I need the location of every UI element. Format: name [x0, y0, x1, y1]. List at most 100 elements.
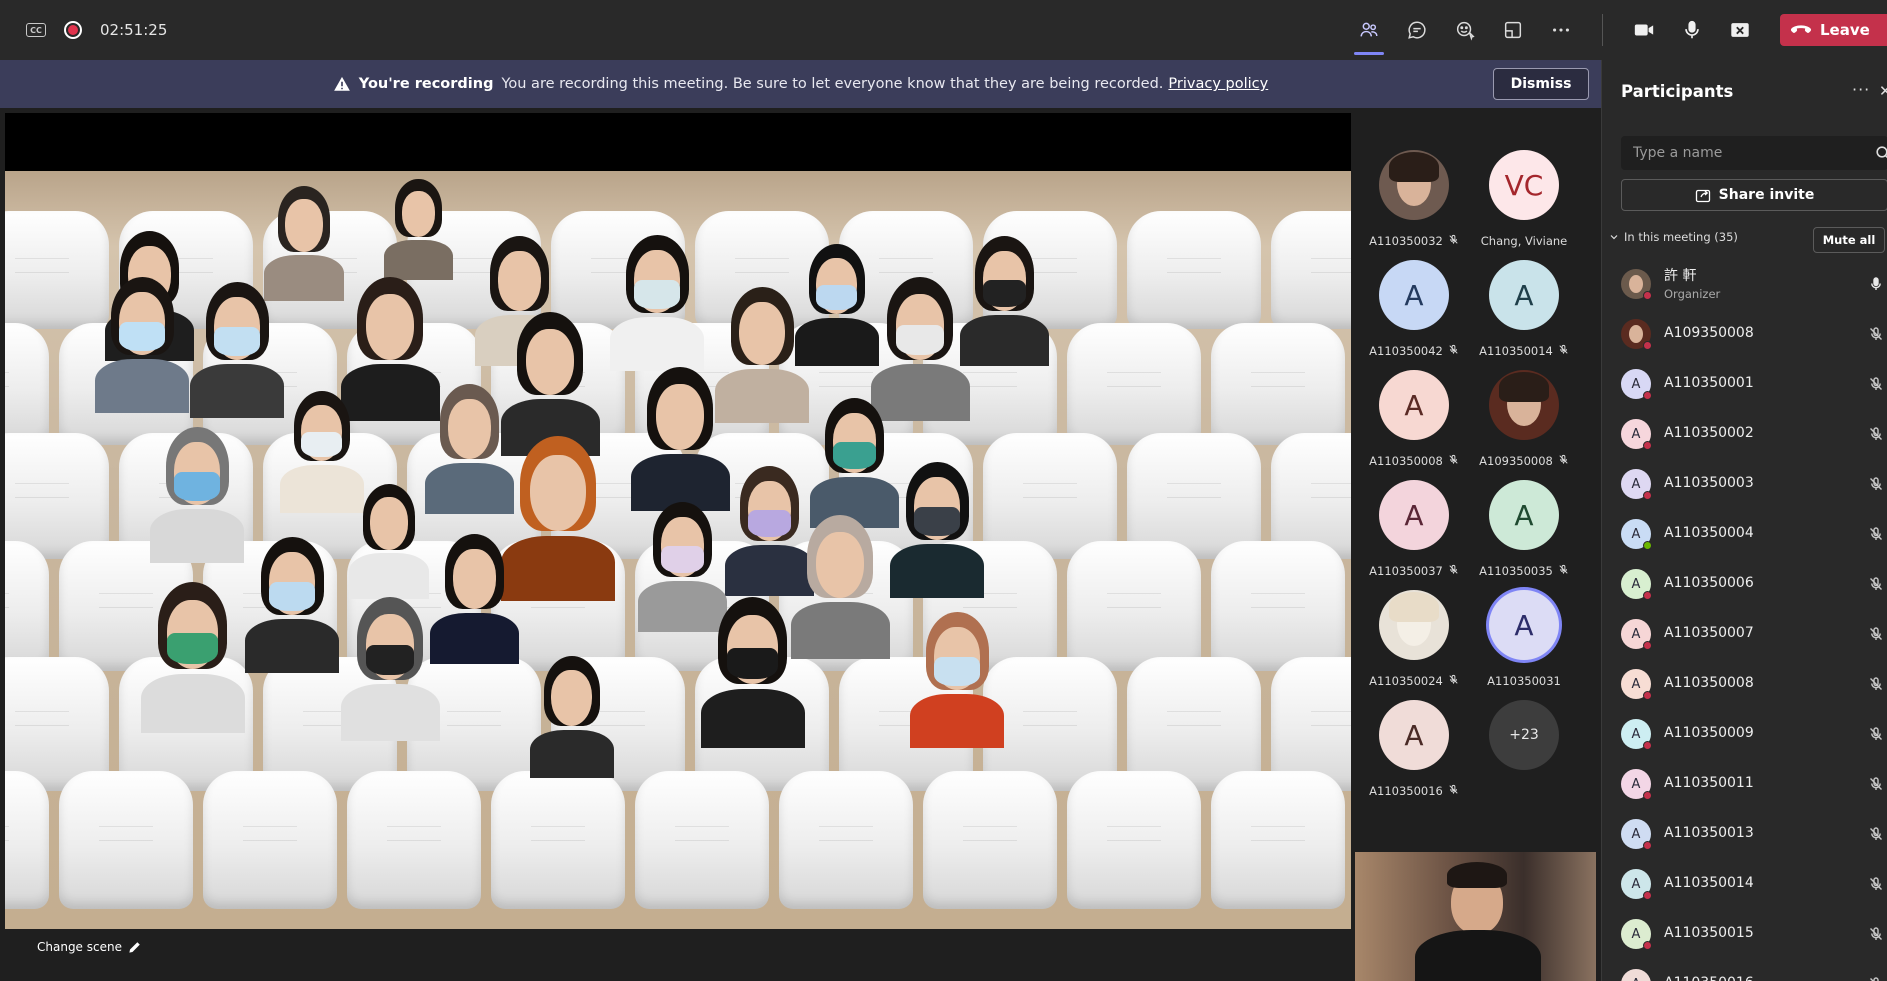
avatar-initial: A [1631, 426, 1641, 442]
presence-status-icon [1643, 841, 1652, 850]
mute-all-button[interactable]: Mute all [1813, 227, 1885, 253]
meeting-participant-video [525, 651, 619, 779]
face-mask [934, 657, 981, 686]
share-invite-label: Share invite [1718, 187, 1815, 203]
mic-off-icon[interactable] [1868, 376, 1884, 392]
meeting-participant-video [90, 271, 195, 414]
search-icon[interactable] [1875, 145, 1887, 161]
participant-tile[interactable]: A A110350035 [1469, 480, 1579, 578]
banner-message: You are recording this meeting. Be sure … [501, 76, 1164, 92]
more-actions-button[interactable] [1544, 13, 1578, 47]
person-body [890, 544, 985, 599]
presence-status-icon [1643, 891, 1652, 900]
participant-row[interactable]: A A110350011 [1602, 759, 1887, 809]
share-screen-button[interactable] [1723, 13, 1757, 47]
seat [779, 771, 913, 909]
banner-title: You're recording [358, 76, 494, 92]
mic-on-icon[interactable] [1868, 276, 1884, 292]
chat-button[interactable] [1400, 13, 1434, 47]
participant-row[interactable]: 許 軒 Organizer [1602, 259, 1887, 309]
participant-avatar: A [1489, 260, 1559, 330]
participant-tile-name-row: A110350031 [1469, 674, 1579, 688]
participant-avatar: VC [1489, 150, 1559, 220]
presence-status-icon [1643, 591, 1652, 600]
privacy-policy-link[interactable]: Privacy policy [1168, 76, 1268, 92]
mic-off-icon [1558, 344, 1569, 358]
participant-row[interactable]: A109350008 [1602, 309, 1887, 359]
participant-tile-name-row: A110350016 [1359, 784, 1469, 798]
people-button[interactable] [1352, 13, 1386, 55]
participant-search [1621, 136, 1887, 170]
dismiss-button[interactable]: Dismiss [1493, 68, 1589, 100]
share-screen-icon [1731, 23, 1749, 37]
mic-off-icon [1448, 234, 1459, 248]
participant-avatar: A [1621, 869, 1652, 900]
participant-tile[interactable]: A A110350008 [1359, 370, 1469, 468]
participant-row[interactable]: A A110350001 [1602, 359, 1887, 409]
react-button[interactable] [1448, 13, 1482, 47]
participant-row[interactable]: A A110350006 [1602, 559, 1887, 609]
participant-row[interactable]: A A110350002 [1602, 409, 1887, 459]
teams-meeting-window: CC 02:51:25 Leave You're recording You a… [0, 0, 1887, 981]
mic-off-icon[interactable] [1868, 726, 1884, 742]
meeting-participant-video [185, 276, 290, 419]
mic-off-icon[interactable] [1868, 776, 1884, 792]
mic-off-icon[interactable] [1868, 826, 1884, 842]
participant-row[interactable]: A A110350016 [1602, 959, 1887, 981]
leave-button[interactable]: Leave [1780, 14, 1887, 46]
participant-row[interactable]: A A110350003 [1602, 459, 1887, 509]
seat [5, 771, 49, 909]
participant-tile[interactable]: A110350032 [1359, 150, 1469, 248]
mic-off-icon[interactable] [1868, 476, 1884, 492]
toolbar-actions [1352, 0, 1757, 60]
camera-button[interactable] [1627, 13, 1661, 47]
participant-row[interactable]: A A110350013 [1602, 809, 1887, 859]
participant-tile[interactable]: A A110350016 [1359, 700, 1469, 798]
participant-tile[interactable]: A A110350037 [1359, 480, 1469, 578]
panel-more-icon[interactable]: ··· [1852, 80, 1870, 99]
change-scene-button[interactable]: Change scene [37, 940, 141, 954]
participant-row[interactable]: A A110350004 [1602, 509, 1887, 559]
self-video-preview[interactable] [1355, 852, 1596, 981]
participant-tile[interactable]: A A110350014 [1469, 260, 1579, 358]
participant-row[interactable]: A A110350014 [1602, 859, 1887, 909]
participant-tile[interactable]: VC Chang, Viviane [1469, 150, 1579, 248]
presence-status-icon [1643, 291, 1652, 300]
person-body [340, 684, 440, 741]
mic-off-icon [1448, 454, 1459, 468]
participant-tile[interactable]: A109350008 [1469, 370, 1579, 468]
in-meeting-header[interactable]: In this meeting (35) [1610, 230, 1738, 244]
share-tray-button[interactable] [1496, 13, 1530, 47]
search-input[interactable] [1633, 145, 1863, 161]
participant-row[interactable]: A A110350008 [1602, 659, 1887, 709]
face-mask [727, 647, 779, 680]
mic-off-icon[interactable] [1868, 926, 1884, 942]
face-mask [914, 507, 961, 536]
mic-off-icon[interactable] [1868, 576, 1884, 592]
captions-icon[interactable]: CC [26, 23, 46, 37]
mic-off-icon[interactable] [1868, 526, 1884, 542]
pencil-icon [129, 941, 140, 953]
participant-tile-name: A110350014 [1479, 344, 1553, 358]
mic-off-icon[interactable] [1868, 976, 1884, 981]
more-participants-tile[interactable]: +23 [1469, 700, 1579, 770]
participant-tile[interactable]: A110350024 [1359, 590, 1469, 688]
participant-tile[interactable]: A A110350031 [1469, 590, 1579, 688]
share-invite-button[interactable]: Share invite [1621, 179, 1887, 211]
mic-off-icon[interactable] [1868, 676, 1884, 692]
participant-row[interactable]: A A110350007 [1602, 609, 1887, 659]
mic-off-icon[interactable] [1868, 626, 1884, 642]
participant-tile-name-row: A110350035 [1469, 564, 1579, 578]
mic-off-icon[interactable] [1868, 876, 1884, 892]
participant-tile[interactable]: A A110350042 [1359, 260, 1469, 358]
participant-name: A110350003 [1664, 475, 1754, 491]
seat [923, 771, 1057, 909]
mic-off-icon[interactable] [1868, 326, 1884, 342]
participant-row[interactable]: A A110350009 [1602, 709, 1887, 759]
person-body [190, 364, 285, 419]
mic-off-icon[interactable] [1868, 426, 1884, 442]
participant-row[interactable]: A A110350015 [1602, 909, 1887, 959]
close-icon[interactable]: ✕ [1879, 82, 1887, 100]
mic-button[interactable] [1675, 13, 1709, 47]
person-face [525, 328, 575, 395]
